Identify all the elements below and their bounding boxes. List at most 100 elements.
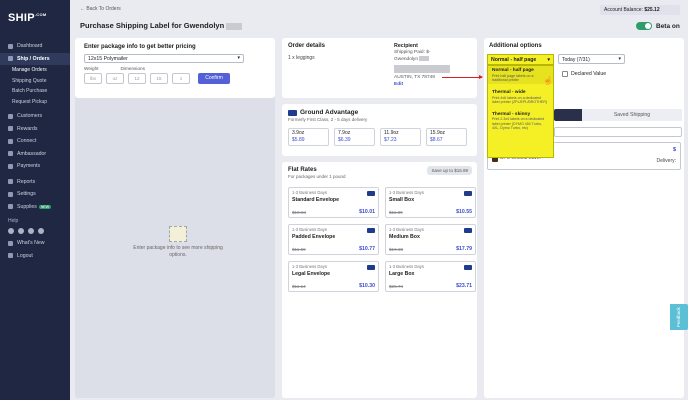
dropdown-option[interactable]: Thermal - skinny Print 2.3x4 labels on a … [488, 110, 553, 133]
ship-date-select[interactable]: Today (7/31) [558, 54, 625, 64]
sidebar-item-supplies[interactable]: Supplies NEW [0, 201, 70, 214]
sidebar-item-reports[interactable]: Reports [0, 176, 70, 189]
ground-rate-option[interactable]: 11.9oz $7.23 [380, 128, 421, 146]
back-to-orders-link[interactable]: ← Back To Orders [80, 6, 121, 12]
sidebar-item-request-pickup[interactable]: Request Pickup [0, 97, 70, 108]
sidebar-item-settings[interactable]: Settings [0, 188, 70, 201]
tab-active[interactable] [554, 109, 582, 121]
shipcom-logo[interactable]: SHIP.COM [8, 12, 47, 24]
flat-rate-option[interactable]: 1-3 Business Days Small Box $11.39 $10.55 [385, 187, 476, 218]
main-content: ← Back To Orders Purchase Shipping Label… [70, 0, 688, 400]
package-type-select[interactable]: 12x15 Polymailer [84, 54, 244, 63]
sidebar-item-connect[interactable]: Connect [0, 135, 70, 148]
ship-icon [8, 56, 13, 62]
sidebar-item-label: Manage Orders [12, 67, 47, 74]
help-heading: Help [8, 218, 19, 224]
sidebar-item-customers[interactable]: Customers [0, 110, 70, 123]
sidebar-item-label: Connect [17, 138, 37, 145]
sidebar-item-ambassador[interactable]: Ambassador [0, 148, 70, 161]
customers-icon [8, 113, 13, 119]
usps-icon [367, 265, 375, 270]
weight-oz-input[interactable]: oz [106, 73, 124, 84]
sidebar-item-label: Request Pickup [12, 98, 48, 105]
usps-icon [367, 191, 375, 196]
sidebar-item-label: Dashboard [17, 43, 43, 50]
tab-saved-shipping[interactable]: Saved Shipping [582, 109, 682, 121]
reports-icon [8, 179, 13, 185]
dropdown-option[interactable]: Thermal - wide Print 4x6 labels on a dedi… [488, 88, 553, 106]
annotation-arrow [442, 75, 483, 79]
sidebar-item-label: Ambassador [17, 150, 47, 157]
flat-rate-option[interactable]: 1-3 Business Days Padded Envelope $11.59 $1… [288, 224, 379, 255]
sidebar-item-manage-orders[interactable]: Manage Orders [0, 65, 70, 76]
usps-icon [288, 109, 297, 116]
beta-toggle[interactable]: Beta on [636, 22, 680, 30]
phone-icon[interactable] [38, 228, 44, 234]
sidebar-item-label: Batch Purchase [12, 88, 48, 95]
gift-icon [8, 240, 13, 246]
order-details-panel: Order details 1 x leggings Recipient Shi… [282, 38, 477, 98]
usps-icon [367, 228, 375, 233]
savings-badge: Save up to $16.99 [427, 166, 472, 175]
chat-icon[interactable] [18, 228, 24, 234]
width-input[interactable]: 15 [150, 73, 168, 84]
sidebar-item-label: Settings [17, 191, 36, 198]
sidebar-item-rewards[interactable]: Rewards [0, 123, 70, 136]
new-badge: NEW [38, 204, 52, 209]
flat-rate-option[interactable]: 1-3 Business Days Standard Envelope $10.84… [288, 187, 379, 218]
redacted-address [394, 65, 450, 74]
mouse-cursor-icon: ☝ [543, 76, 553, 85]
additional-options-panel: Additional options Normal - half page To… [484, 38, 684, 398]
ground-rate-option[interactable]: 3.9oz $5.89 [288, 128, 329, 146]
weight-lbs-input[interactable]: lbs [84, 73, 102, 84]
flat-rate-option[interactable]: 1-3 Business Days Large Box $25.74 $23.71 [385, 261, 476, 292]
account-balance: Account Balance: $25.12 [600, 5, 680, 15]
redacted-name [226, 22, 243, 30]
ground-advantage-panel: Ground Advantage Formerly First Class, 2… [282, 104, 477, 156]
edit-recipient-link[interactable]: Edit [394, 82, 474, 89]
confirm-button[interactable]: Confirm [198, 73, 230, 84]
package-heading: Enter package info to get better pricing [84, 44, 196, 50]
connect-icon [8, 138, 13, 144]
sidebar-item-label: Shipping Quote [12, 77, 47, 84]
ambassador-icon [8, 151, 13, 157]
help-icon[interactable] [8, 228, 14, 234]
weight-label: Weight [84, 66, 99, 71]
sidebar-item-whats-new[interactable]: What's New [0, 237, 70, 250]
length-input[interactable]: 12 [128, 73, 146, 84]
package-form: Enter package info to get better pricing… [75, 38, 275, 98]
flat-rate-option[interactable]: 1-3 Business Days Legal Envelope $11.14 $10… [288, 261, 379, 292]
payments-icon [8, 163, 13, 169]
package-panel: Enter package info to get better pricing… [75, 38, 275, 398]
help-icons [0, 228, 70, 234]
feedback-button[interactable]: Feedback [670, 304, 688, 330]
sidebar-item-label: Supplies [17, 203, 37, 210]
label-format-select[interactable]: Normal - half page [487, 54, 554, 65]
sidebar-item-dashboard[interactable]: Dashboard [0, 40, 70, 53]
declared-value-checkbox[interactable]: Declared Value [562, 71, 606, 77]
sidebar-item-payments[interactable]: Payments [0, 160, 70, 173]
flat-rates-panel: Flat Rates For packages under 1 pound Sa… [282, 162, 477, 398]
sidebar: SHIP.COM Dashboard Ship / Orders Manage … [0, 0, 70, 400]
sidebar-nav: Dashboard Ship / Orders Manage Orders Sh… [0, 40, 70, 262]
sidebar-item-ship-orders[interactable]: Ship / Orders [0, 52, 70, 65]
sidebar-item-shipping-quote[interactable]: Shipping Quote [0, 76, 70, 87]
settings-icon [8, 191, 13, 197]
ground-rate-option[interactable]: 15.9oz $8.67 [426, 128, 467, 146]
recipient-info: Recipient Shipping Paid: $- Gwendolyn AU… [394, 43, 474, 88]
flat-rate-option[interactable]: 1-3 Business Days Medium Box $19.39 $17.79 [385, 224, 476, 255]
checkbox[interactable] [562, 71, 568, 77]
toggle-switch[interactable] [636, 22, 652, 30]
package-icon [169, 226, 187, 242]
rewards-icon [8, 126, 13, 132]
sidebar-item-logout[interactable]: Logout [0, 250, 70, 263]
usps-icon [464, 191, 472, 196]
email-icon[interactable] [28, 228, 34, 234]
sidebar-item-label: Ship / Orders [17, 55, 50, 62]
sidebar-item-label: Reports [17, 178, 36, 185]
height-input[interactable]: 1 [172, 73, 190, 84]
search-input[interactable] [554, 127, 682, 137]
sidebar-item-batch-purchase[interactable]: Batch Purchase [0, 86, 70, 97]
dashboard-icon [8, 43, 13, 49]
ground-rate-option[interactable]: 7.9oz $6.39 [334, 128, 375, 146]
